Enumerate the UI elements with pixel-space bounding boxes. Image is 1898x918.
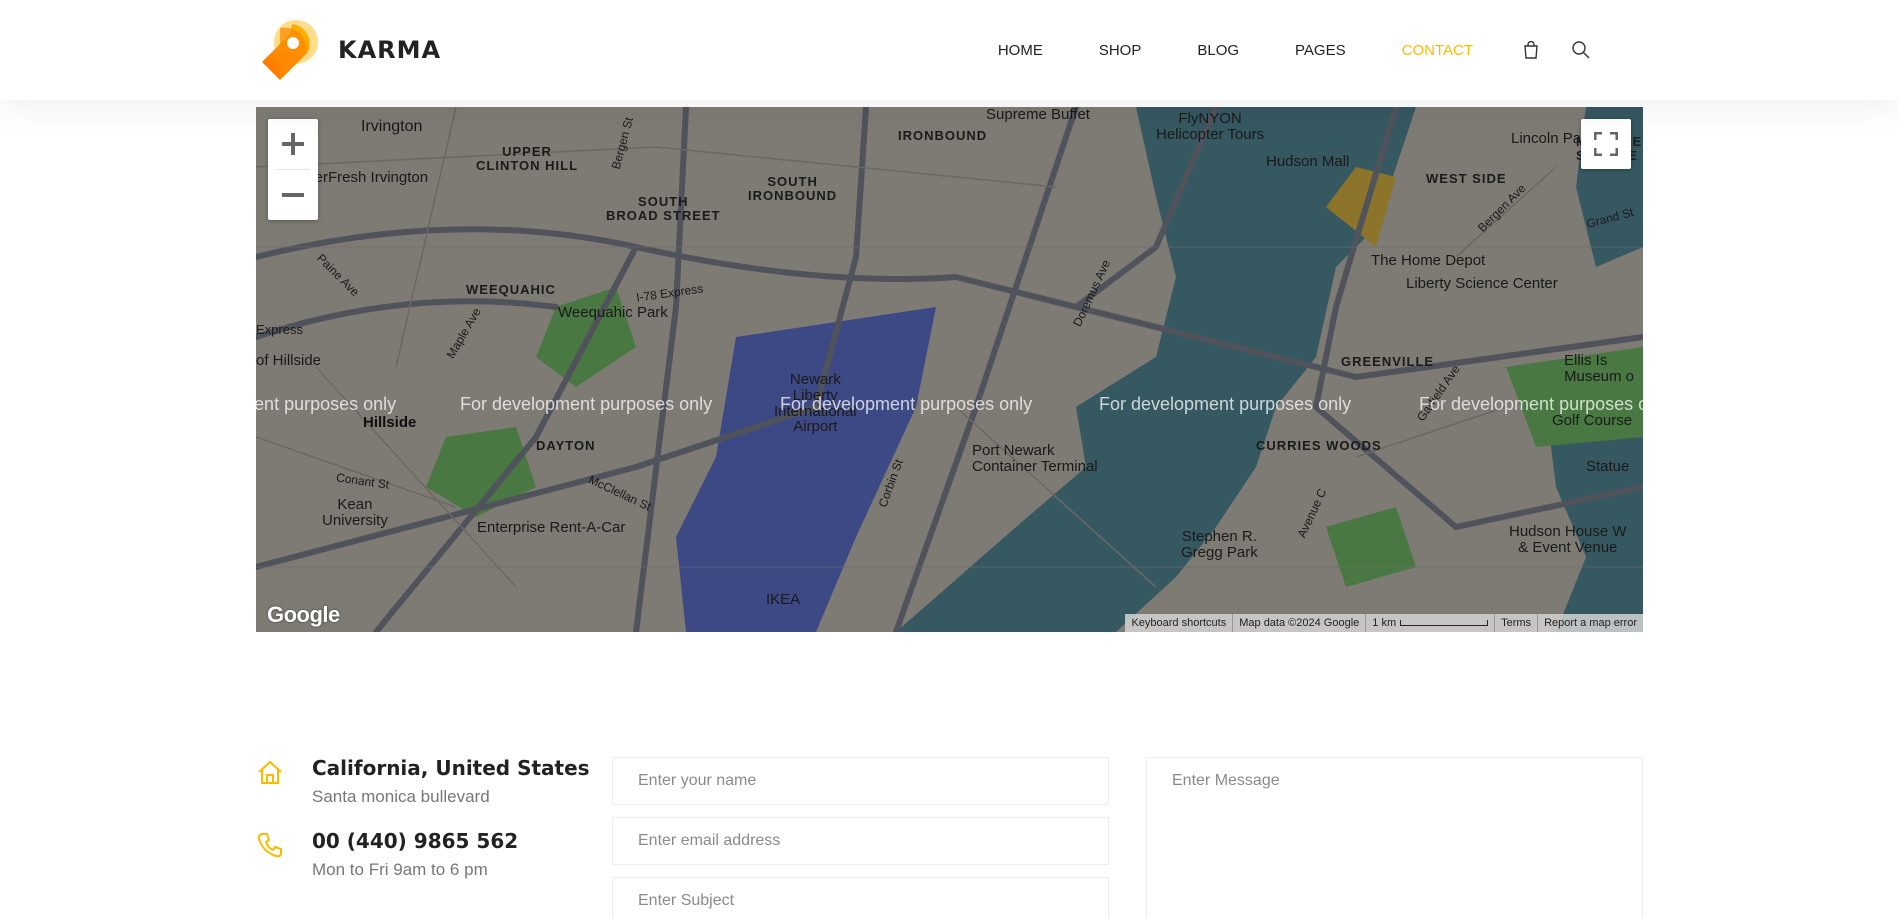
map-label: Stephen R. Gregg Park (1181, 528, 1258, 561)
map-label: GREENVILLE (1341, 354, 1435, 369)
map-label: WEST SIDE (1426, 171, 1507, 186)
map-label: Hudson House W & Event Venue (1509, 523, 1627, 556)
fullscreen-button[interactable] (1581, 119, 1631, 169)
map-label: DAYTON (536, 438, 596, 453)
minus-icon (282, 193, 304, 197)
map-label: SOUTH BROAD STREET (606, 194, 721, 223)
map-label: FlyNYON Helicopter Tours (1156, 110, 1265, 143)
map-label: of Hillside (256, 352, 322, 369)
map-label: The Home Depot (1371, 252, 1486, 269)
phone-sub: Mon to Fri 9am to 6 pm (312, 860, 488, 879)
map-label: WEEQUAHIC (466, 282, 556, 297)
brand-logo[interactable]: KARMA (256, 18, 441, 82)
message-textarea[interactable] (1146, 757, 1643, 918)
nav-pages[interactable]: PAGES (1295, 42, 1346, 59)
google-map[interactable]: Irvington UPPER CLINTON HILL SOUTH BROAD… (256, 107, 1643, 632)
shopping-bag-icon[interactable] (1521, 40, 1541, 60)
subject-input[interactable] (612, 877, 1109, 918)
map-label: Hillside (363, 414, 417, 431)
keyboard-shortcuts-link[interactable]: Keyboard shortcuts (1125, 614, 1232, 632)
dev-watermark: For development purposes only (460, 394, 713, 414)
map-label: IRONBOUND (898, 128, 988, 143)
fullscreen-icon (1594, 132, 1618, 156)
nav-blog[interactable]: BLOG (1197, 42, 1239, 59)
email-input[interactable] (612, 817, 1109, 865)
map-label: SOUTH IRONBOUND (748, 174, 838, 203)
report-error-link[interactable]: Report a map error (1537, 614, 1643, 632)
plus-icon (282, 133, 304, 155)
main-nav: HOME SHOP BLOG PAGES CONTACT (942, 0, 1591, 100)
map-label: UPPER CLINTON HILL (476, 144, 579, 173)
map-label: Weequahic Park (558, 304, 668, 321)
phone-title: 00 (440) 9865 562 (312, 829, 519, 853)
nav-shop[interactable]: SHOP (1099, 42, 1142, 59)
map-label: Ellis Is Museum o (1564, 352, 1635, 385)
scale-label: 1 km (1372, 617, 1397, 629)
site-header: KARMA HOME SHOP BLOG PAGES CONTACT (0, 0, 1898, 100)
phone-icon (256, 831, 284, 859)
name-input[interactable] (612, 757, 1109, 805)
zoom-control (268, 119, 318, 220)
map-label: Liberty Science Center (1406, 275, 1558, 292)
address-block: California, United States Santa monica b… (256, 756, 590, 807)
search-icon[interactable] (1571, 40, 1591, 60)
zoom-out-button[interactable] (268, 170, 318, 220)
nav-home[interactable]: HOME (998, 42, 1043, 59)
dev-watermark: For development purposes only (780, 394, 1033, 414)
map-data-text: Map data ©2024 Google (1232, 614, 1365, 632)
phone-block: 00 (440) 9865 562 Mon to Fri 9am to 6 pm (256, 829, 590, 880)
scale-bar (1400, 620, 1489, 627)
google-logo: Google (267, 602, 340, 627)
map-label: Statue (1586, 458, 1630, 475)
scale-indicator[interactable]: 1 km (1365, 614, 1494, 632)
logo-pin-icon (256, 18, 320, 82)
map-attribution-bar: Keyboard shortcuts Map data ©2024 Google… (1125, 614, 1643, 632)
map-label: Port Newark Container Terminal (972, 442, 1098, 475)
map-label: Express (256, 322, 303, 337)
zoom-in-button[interactable] (268, 119, 318, 169)
map-label: Hudson Mall (1266, 153, 1350, 170)
contact-info: California, United States Santa monica b… (256, 756, 590, 902)
dev-watermark: For development purposes only (1099, 394, 1352, 414)
map-label: CURRIES WOODS (1256, 438, 1382, 453)
address-sub: Santa monica bullevard (312, 787, 490, 806)
home-icon (256, 758, 284, 786)
dev-watermark: For development purposes only (256, 394, 397, 414)
map-label: IKEA (766, 591, 801, 608)
address-title: California, United States (312, 756, 590, 780)
dev-watermark: For development purposes only (1419, 394, 1643, 414)
map-label: Enterprise Rent-A-Car (477, 519, 626, 536)
map-label: Kean University (322, 496, 388, 529)
terms-link[interactable]: Terms (1494, 614, 1537, 632)
map-label: Golf Course (1552, 412, 1633, 429)
brand-name: KARMA (338, 36, 442, 64)
map-label: Irvington (361, 118, 423, 135)
map-label: Supreme Buffet (986, 107, 1090, 123)
nav-contact[interactable]: CONTACT (1402, 42, 1473, 59)
